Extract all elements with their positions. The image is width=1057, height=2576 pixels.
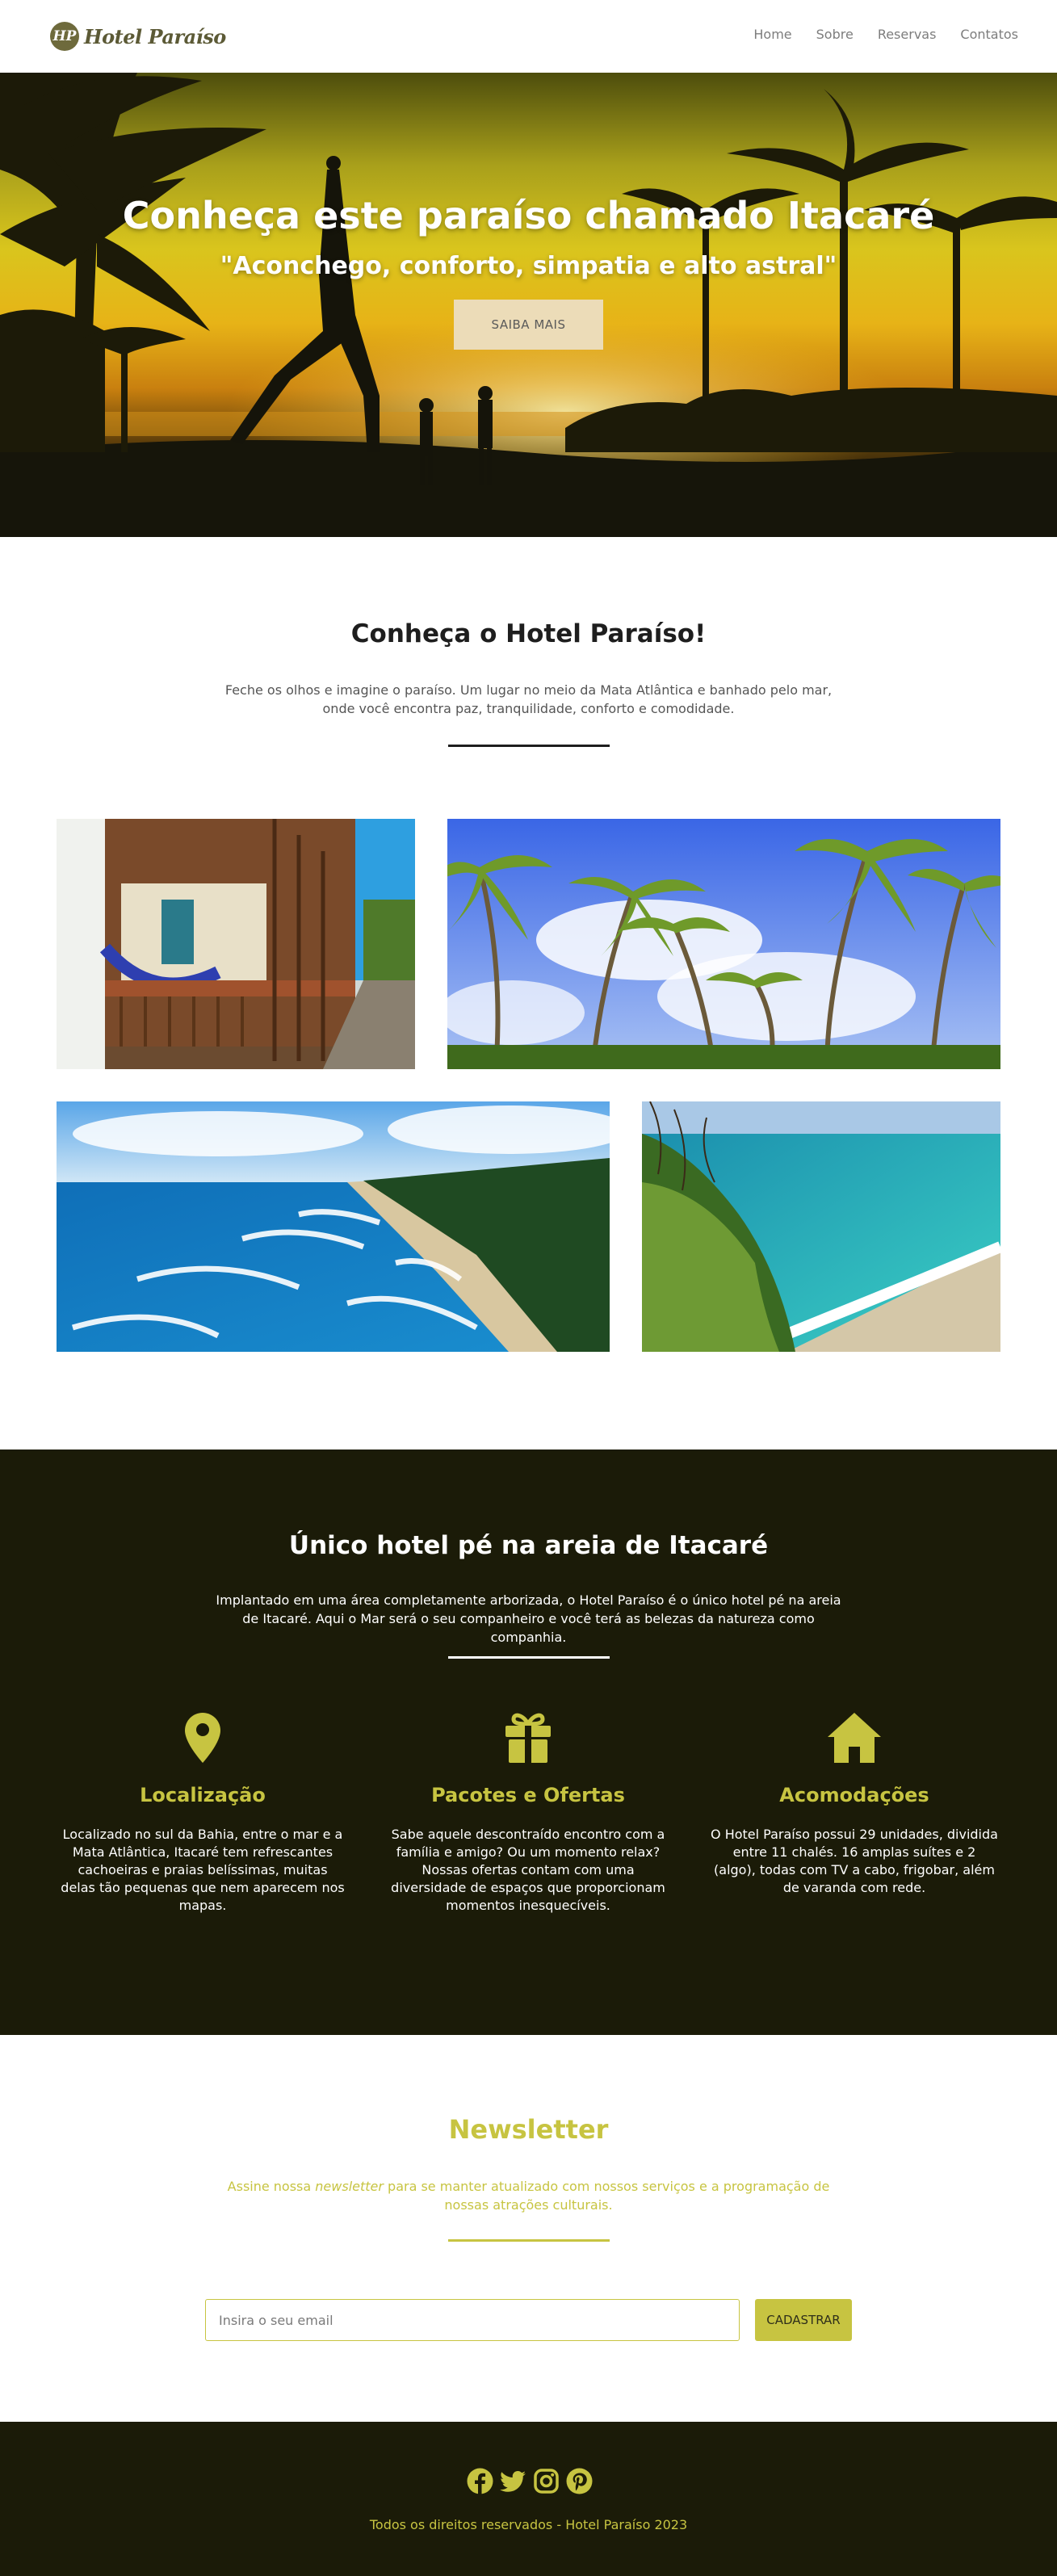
photo-palm-trees [447,819,1000,1069]
highlights-title: Único hotel pé na areia de Itacaré [288,1531,769,1560]
about-text: Feche os olhos e imagine o paraíso. Um l… [224,682,833,716]
feature-text: O Hotel Paraíso possui 29 unidades, divi… [711,1827,998,1895]
highlights-section: Único hotel pé na areia de Itacaré Impla… [0,1450,1057,2035]
highlights-divider [448,1656,610,1659]
logo-text: Hotel Paraíso [84,24,226,48]
newsletter-text-end: para se manter atualizado com nossos ser… [383,2179,830,2213]
email-input[interactable] [205,2299,740,2341]
nav-sobre[interactable]: Sobre [816,27,854,42]
facebook-icon[interactable] [467,2468,493,2494]
logo[interactable]: HP Hotel Paraíso [50,20,226,52]
newsletter-title: Newsletter [448,2114,609,2145]
instagram-icon[interactable] [533,2468,560,2494]
newsletter-text: Assine nossa newsletter para se manter a… [212,2177,845,2214]
twitter-icon[interactable] [500,2468,526,2494]
main-nav: Home Sobre Reservas Contatos [753,27,1018,42]
house-icon [828,1713,881,1763]
pinterest-icon[interactable] [566,2468,593,2494]
hero-banner: Conheça este paraíso chamado Itacaré "Ac… [0,73,1057,537]
photo-beach-aerial [57,1101,610,1352]
copyright-text: Todos os direitos reservados - Hotel Par… [369,2517,688,2532]
social-links [467,2468,593,2494]
newsletter-divider [448,2239,610,2242]
saiba-mais-button[interactable]: SAIBA MAIS [454,300,603,350]
feature-text: Localizado no sul da Bahia, entre o mar … [61,1827,345,1913]
site-header: HP Hotel Paraíso Home Sobre Reservas Con… [0,0,1057,73]
map-pin-icon [185,1713,220,1763]
feature-acomodacoes: Acomodações O Hotel Paraíso possui 29 un… [711,1713,998,1897]
highlights-text: Implantado em uma área completamente arb… [216,1592,841,1645]
feature-title: Acomodações [779,1784,929,1806]
about-title: Conheça o Hotel Paraíso! [350,619,707,648]
feature-title: Localização [140,1784,266,1806]
feature-title: Pacotes e Ofertas [431,1784,625,1806]
nav-contatos[interactable]: Contatos [960,27,1018,42]
hero-title: Conheça este paraíso chamado Itacaré [122,194,935,237]
about-divider [448,745,610,747]
gift-icon [505,1713,551,1763]
site-footer: Todos os direitos reservados - Hotel Par… [0,2422,1057,2576]
nav-home[interactable]: Home [753,27,791,42]
newsletter-text-emphasis: newsletter [315,2179,384,2194]
newsletter-text-start: Assine nossa [227,2179,316,2194]
feature-text: Sabe aquele descontraído encontro com a … [391,1827,665,1913]
feature-pacotes: Pacotes e Ofertas Sabe aquele descontraí… [384,1713,672,1915]
feature-localizacao: Localização Localizado no sul da Bahia, … [59,1713,346,1915]
photo-turquoise-sea [642,1101,1000,1352]
photo-hotel-balcony [57,819,415,1069]
hero-subtitle: "Aconchego, conforto, simpatia e alto as… [220,252,837,280]
nav-reservas[interactable]: Reservas [878,27,937,42]
cadastrar-button[interactable]: CADASTRAR [755,2299,852,2341]
logo-badge-icon: HP [50,22,79,51]
